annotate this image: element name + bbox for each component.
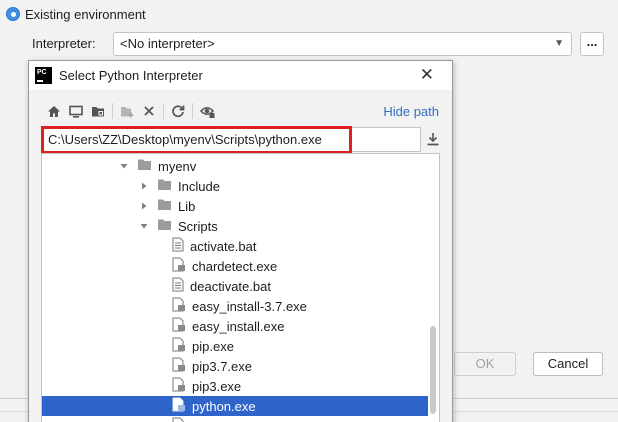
file-name: pip.exe <box>192 338 234 354</box>
dropdown-arrow-icon: ▼ <box>554 38 564 49</box>
file-name: pip3.7.exe <box>192 358 252 374</box>
file-tree[interactable]: myenv Include Lib Scripts activate.bat c… <box>41 153 440 422</box>
tree-node-label: Scripts <box>178 218 218 234</box>
app-icon-text: PC <box>37 69 47 76</box>
tree-node-label: myenv <box>158 158 197 174</box>
file-name: chardetect.exe <box>192 258 278 274</box>
tree-file[interactable]: deactivate.bat <box>42 276 428 296</box>
tree-node-label: Lib <box>178 198 196 214</box>
tree-file[interactable]: pip3.exe <box>42 376 428 396</box>
text-file-icon <box>172 237 184 255</box>
tree-file[interactable]: activate.bat <box>42 236 428 256</box>
browse-button[interactable]: ... <box>580 32 604 56</box>
interpreter-dropdown[interactable]: <No interpreter> ▼ <box>113 32 572 56</box>
file-name: easy_install-3.7.exe <box>192 298 307 314</box>
tree-node-lib[interactable]: Lib <box>42 196 428 216</box>
dialog-titlebar: PC Select Python Interpreter ✕ <box>29 61 452 90</box>
tree-file[interactable]: pip3.7.exe <box>42 356 428 376</box>
tree-file[interactable]: easy_install-3.7.exe <box>42 296 428 316</box>
toolbar-separator <box>163 103 164 119</box>
delete-icon[interactable] <box>138 101 160 121</box>
ok-button[interactable]: OK <box>454 352 516 376</box>
cancel-button[interactable]: Cancel <box>533 352 603 376</box>
tree-node-include[interactable]: Include <box>42 176 428 196</box>
chevron-right-icon[interactable] <box>138 180 150 192</box>
tree-file[interactable]: chardetect.exe <box>42 256 428 276</box>
tree-file[interactable]: pip.exe <box>42 336 428 356</box>
interpreter-value: <No interpreter> <box>120 36 215 51</box>
refresh-icon[interactable] <box>167 101 189 121</box>
home-icon[interactable] <box>43 101 65 121</box>
executable-file-icon <box>172 357 186 375</box>
existing-environment-label: Existing environment <box>25 6 146 22</box>
tree-file[interactable]: easy_install.exe <box>42 316 428 336</box>
folder-icon <box>157 178 172 194</box>
project-folder-icon[interactable] <box>87 101 109 121</box>
file-name: activate.bat <box>190 238 257 254</box>
tree-file-selected[interactable]: python.exe <box>42 396 428 416</box>
executable-file-icon <box>172 377 186 395</box>
scrollbar-thumb[interactable] <box>430 326 436 414</box>
interpreter-label: Interpreter: <box>32 36 96 51</box>
executable-file-icon <box>172 257 186 275</box>
tree-node-label: Include <box>178 178 220 194</box>
desktop-icon[interactable] <box>65 101 87 121</box>
folder-icon <box>157 218 172 234</box>
tree-scrollbar[interactable] <box>428 154 438 422</box>
dialog-title: Select Python Interpreter <box>59 68 203 83</box>
radio-selected-dot <box>10 11 16 17</box>
radio-button[interactable] <box>6 7 20 21</box>
file-name: pip3.exe <box>192 378 242 394</box>
executable-file-icon <box>172 337 186 355</box>
executable-file-icon <box>172 297 186 315</box>
text-file-icon <box>172 277 184 295</box>
file-name: easy_install.exe <box>192 318 285 334</box>
toolbar-separator <box>192 103 193 119</box>
pycharm-app-icon: PC <box>35 67 52 84</box>
toolbar-separator <box>112 103 113 119</box>
path-input[interactable]: C:\Users\ZZ\Desktop\myenv\Scripts\python… <box>41 127 421 152</box>
folder-icon <box>157 198 172 214</box>
chevron-down-icon[interactable] <box>138 220 150 232</box>
existing-environment-radio[interactable]: Existing environment <box>6 5 146 23</box>
close-icon[interactable]: ✕ <box>420 64 434 86</box>
file-chooser-toolbar <box>43 101 218 121</box>
tree-node-myenv[interactable]: myenv <box>42 156 428 176</box>
select-interpreter-dialog: PC Select Python Interpreter ✕ Hide path… <box>28 60 453 422</box>
chevron-right-icon[interactable] <box>138 200 150 212</box>
file-name: python.exe <box>192 398 256 414</box>
executable-file-icon <box>172 397 186 415</box>
executable-file-icon <box>172 317 186 335</box>
download-icon[interactable] <box>426 131 440 147</box>
tree-file-partial[interactable] <box>42 416 428 422</box>
hide-path-link[interactable]: Hide path <box>383 104 439 119</box>
chevron-down-icon[interactable] <box>118 160 130 172</box>
new-folder-icon[interactable] <box>116 101 138 121</box>
folder-icon <box>137 158 152 174</box>
show-hidden-icon[interactable] <box>196 101 218 121</box>
executable-file-icon <box>172 417 186 422</box>
file-name: deactivate.bat <box>190 278 271 294</box>
tree-node-scripts[interactable]: Scripts <box>42 216 428 236</box>
